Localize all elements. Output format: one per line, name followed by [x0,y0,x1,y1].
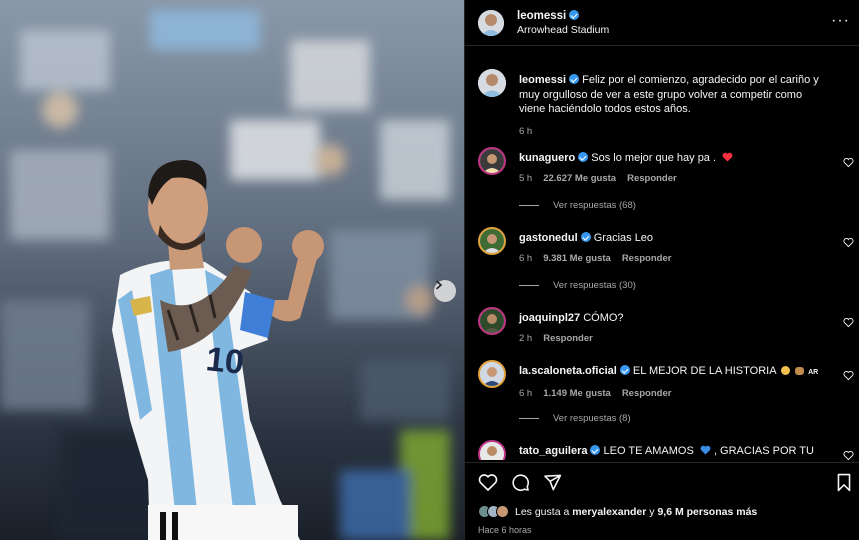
comment-likes[interactable]: 22.627 Me gusta [543,173,616,184]
comment-text: Gracias Leo [593,232,654,244]
comments-panel: leomessi Arrowhead Stadium ··· leomessi … [464,0,859,540]
comment-time[interactable]: 6 h [519,253,532,264]
comment-likes[interactable]: 9.381 Me gusta [543,253,611,264]
comment-text: EL MEJOR DE LA HISTORIA [632,365,776,377]
view-replies-button[interactable]: Ver respuestas (68) [519,200,636,211]
verified-badge-icon [569,10,580,20]
likes-user[interactable]: meryalexander [572,506,646,518]
comment-like-icon[interactable] [843,370,854,381]
comment-text-continued: , GRACIAS POR TU [713,445,814,457]
likes-prefix: Les gusta a [515,505,570,518]
comment-like-icon[interactable] [843,157,854,168]
commenter-avatar[interactable] [478,360,506,388]
verified-badge-icon [578,152,589,162]
comment-text: Sos lo mejor que hay pa . [591,152,717,164]
blue-heart-emoji-icon [700,445,711,455]
comment-like-icon[interactable] [843,237,854,248]
comment-likes[interactable]: 1.149 Me gusta [543,388,611,399]
share-icon[interactable] [543,473,562,492]
likes-count[interactable]: 9,6 M personas más [657,506,757,518]
heart-emoji-icon [722,152,733,162]
post-modal: 10 leomessi Arrowhead Stadium ··· leomes… [0,0,859,540]
svg-text:10: 10 [204,340,246,382]
verified-badge-icon [580,232,591,242]
comment-time[interactable]: 5 h [519,173,532,184]
author-avatar[interactable] [478,69,506,97]
comment-username[interactable]: gastonedul [519,232,578,244]
reply-button[interactable]: Responder [627,173,677,184]
flag-ar-icon: AR [808,369,819,376]
next-arrow-icon [436,280,443,290]
actions-divider [465,462,859,463]
reply-button[interactable]: Responder [543,333,593,344]
action-bar [465,470,859,500]
reply-button[interactable]: Responder [622,388,672,399]
messi-celebration-image: 10 [0,0,464,540]
view-replies-button[interactable]: Ver respuestas (30) [519,280,636,291]
post-header: leomessi Arrowhead Stadium ··· [465,0,859,45]
verified-badge-icon [590,445,601,455]
comment-text: LEO TE AMAMOS [603,445,694,457]
likes-summary[interactable]: Les gusta a meryalexander y 9,6 M person… [478,505,757,518]
comment-like-icon[interactable] [843,450,854,460]
more-horizontal-icon[interactable]: ··· [831,13,850,29]
commenter-avatar[interactable] [478,227,506,255]
caption-time[interactable]: 6 h [519,126,532,137]
reply-button[interactable]: Responder [622,253,672,264]
liker-avatar [496,505,509,518]
caption-username[interactable]: leomessi [519,74,566,86]
comment-username[interactable]: joaquinpl27 [519,312,580,324]
comment-text: CÓMO? [583,312,624,324]
like-icon[interactable] [478,473,498,492]
post-location[interactable]: Arrowhead Stadium [517,23,609,37]
comments-list: leomessi Feliz por el comienzo, agradeci… [465,57,859,460]
author-username[interactable]: leomessi [517,10,566,22]
comment-time[interactable]: 6 h [519,388,532,399]
post-photo[interactable]: 10 [0,0,464,540]
comment-like-icon[interactable] [843,317,854,328]
verified-badge-icon [619,365,630,375]
commenter-avatar[interactable] [478,440,506,460]
save-icon[interactable] [836,473,852,492]
commenter-avatar[interactable] [478,147,506,175]
verified-badge-icon [569,74,580,84]
goat-emoji-icon [795,367,805,375]
commenter-avatar[interactable] [478,307,506,335]
post-time[interactable]: Hace 6 horas [478,525,532,535]
comment-username[interactable]: la.scaloneta.oficial [519,365,617,377]
view-replies-button[interactable]: Ver respuestas (8) [519,413,631,424]
comment-username[interactable]: tato_aguilera [519,445,587,457]
comment-icon[interactable] [511,473,530,492]
comment-username[interactable]: kunaguero [519,152,575,164]
next-photo-button[interactable] [434,280,456,302]
header-divider [465,45,859,46]
comment-time[interactable]: 2 h [519,333,532,344]
author-avatar[interactable] [478,9,504,36]
likes-middle: y [649,505,655,518]
clap-emoji-icon [781,366,790,375]
